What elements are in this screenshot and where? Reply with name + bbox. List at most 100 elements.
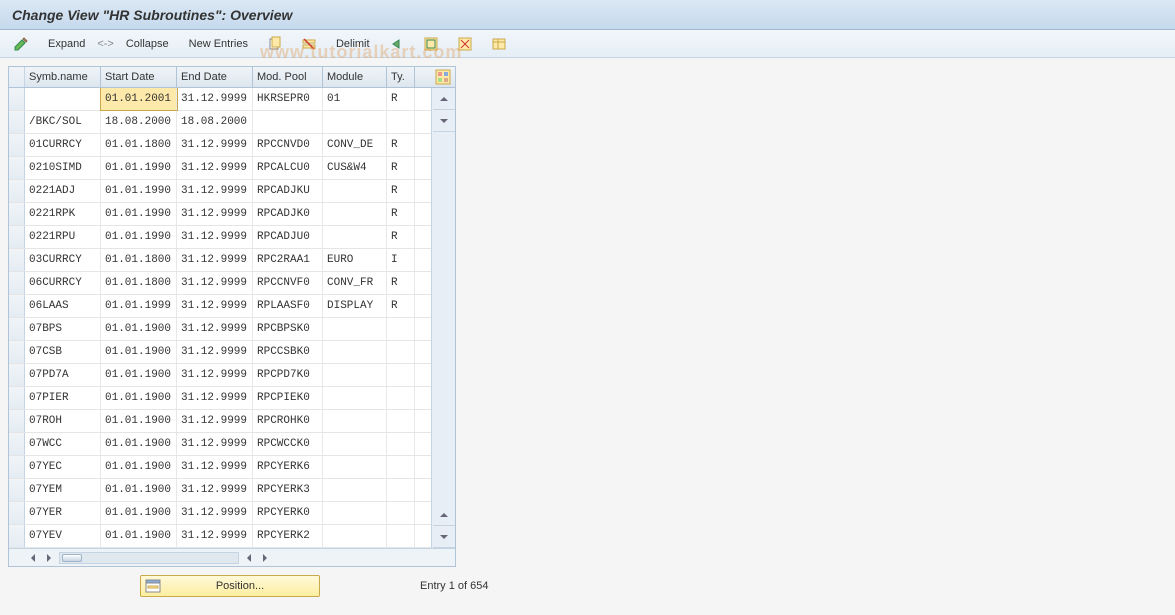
table-row[interactable]: 07ROH01.01.190031.12.9999RPCROHK0 bbox=[9, 410, 455, 433]
cell-symb[interactable]: 07YEV bbox=[25, 525, 101, 547]
cell-symb[interactable]: 07CSB bbox=[25, 341, 101, 363]
col-header-start[interactable]: Start Date bbox=[101, 67, 177, 87]
cell-modpool[interactable]: RPCPIEK0 bbox=[253, 387, 323, 409]
cell-start[interactable]: 01.01.1990 bbox=[101, 226, 177, 248]
cell-end[interactable]: 31.12.9999 bbox=[177, 364, 253, 386]
row-selector[interactable] bbox=[9, 111, 25, 133]
cell-modpool[interactable]: RPCALCU0 bbox=[253, 157, 323, 179]
cell-module[interactable]: CUS&W4 bbox=[323, 157, 387, 179]
cell-end[interactable]: 31.12.9999 bbox=[177, 318, 253, 340]
cell-modpool[interactable]: RPCCNVF0 bbox=[253, 272, 323, 294]
cell-module[interactable] bbox=[323, 433, 387, 455]
col-header-symb[interactable]: Symb.name bbox=[25, 67, 101, 87]
cell-modpool[interactable]: RPCWCCK0 bbox=[253, 433, 323, 455]
cell-type[interactable]: R bbox=[387, 295, 415, 317]
row-selector[interactable] bbox=[9, 157, 25, 179]
row-selector-header[interactable] bbox=[9, 67, 25, 87]
cell-modpool[interactable] bbox=[253, 111, 323, 133]
cell-module[interactable]: EURO bbox=[323, 249, 387, 271]
row-selector[interactable] bbox=[9, 479, 25, 501]
cell-start[interactable]: 01.01.1800 bbox=[101, 249, 177, 271]
cell-modpool[interactable]: RPCYERK0 bbox=[253, 502, 323, 524]
cell-module[interactable] bbox=[323, 502, 387, 524]
print-button[interactable] bbox=[486, 34, 512, 54]
cell-symb[interactable]: 0221ADJ bbox=[25, 180, 101, 202]
cell-module[interactable] bbox=[323, 387, 387, 409]
cell-type[interactable]: I bbox=[387, 249, 415, 271]
copy-button[interactable] bbox=[262, 34, 288, 54]
scroll-left-step-button[interactable] bbox=[241, 550, 257, 566]
cell-start[interactable]: 01.01.1900 bbox=[101, 410, 177, 432]
undo-button[interactable] bbox=[384, 34, 410, 54]
col-header-end[interactable]: End Date bbox=[177, 67, 253, 87]
row-selector[interactable] bbox=[9, 88, 25, 110]
scroll-track[interactable] bbox=[432, 132, 455, 504]
row-selector[interactable] bbox=[9, 456, 25, 478]
table-row[interactable]: 01.01.200131.12.9999HKRSEPR001R bbox=[9, 88, 455, 111]
table-row[interactable]: 06CURRCY01.01.180031.12.9999RPCCNVF0CONV… bbox=[9, 272, 455, 295]
cell-end[interactable]: 31.12.9999 bbox=[177, 479, 253, 501]
cell-type[interactable] bbox=[387, 479, 415, 501]
cell-symb[interactable]: 06LAAS bbox=[25, 295, 101, 317]
cell-end[interactable]: 31.12.9999 bbox=[177, 341, 253, 363]
row-selector[interactable] bbox=[9, 433, 25, 455]
delimit-button[interactable]: Delimit bbox=[330, 36, 376, 52]
table-row[interactable]: 07PD7A01.01.190031.12.9999RPCPD7K0 bbox=[9, 364, 455, 387]
cell-type[interactable] bbox=[387, 341, 415, 363]
row-selector[interactable] bbox=[9, 203, 25, 225]
cell-start[interactable]: 01.01.1900 bbox=[101, 525, 177, 547]
cell-symb[interactable]: /BKC/SOL bbox=[25, 111, 101, 133]
cell-type[interactable]: R bbox=[387, 203, 415, 225]
cell-start[interactable]: 01.01.1990 bbox=[101, 203, 177, 225]
row-selector[interactable] bbox=[9, 249, 25, 271]
cell-module[interactable] bbox=[323, 456, 387, 478]
cell-start[interactable]: 01.01.1900 bbox=[101, 341, 177, 363]
row-selector[interactable] bbox=[9, 387, 25, 409]
row-selector[interactable] bbox=[9, 226, 25, 248]
cell-start[interactable]: 01.01.1900 bbox=[101, 502, 177, 524]
cell-module[interactable]: CONV_DE bbox=[323, 134, 387, 156]
scroll-right-step-button[interactable] bbox=[41, 550, 57, 566]
row-selector[interactable] bbox=[9, 180, 25, 202]
table-row[interactable]: 0221RPU01.01.199031.12.9999RPCADJU0R bbox=[9, 226, 455, 249]
cell-modpool[interactable]: RPCBPSK0 bbox=[253, 318, 323, 340]
cell-start[interactable]: 01.01.1999 bbox=[101, 295, 177, 317]
hscroll-thumb[interactable] bbox=[62, 554, 82, 562]
cell-end[interactable]: 31.12.9999 bbox=[177, 249, 253, 271]
cell-module[interactable] bbox=[323, 226, 387, 248]
cell-modpool[interactable]: RPCPD7K0 bbox=[253, 364, 323, 386]
cell-end[interactable]: 31.12.9999 bbox=[177, 180, 253, 202]
row-selector[interactable] bbox=[9, 295, 25, 317]
col-header-type[interactable]: Ty. bbox=[387, 67, 415, 87]
cell-start[interactable]: 01.01.1900 bbox=[101, 318, 177, 340]
cell-end[interactable]: 31.12.9999 bbox=[177, 456, 253, 478]
position-button[interactable]: Position... bbox=[140, 575, 320, 597]
table-settings-button[interactable] bbox=[435, 69, 451, 85]
cell-end[interactable]: 31.12.9999 bbox=[177, 433, 253, 455]
cell-modpool[interactable]: RPCADJU0 bbox=[253, 226, 323, 248]
cell-module[interactable] bbox=[323, 111, 387, 133]
table-row[interactable]: 0221ADJ01.01.199031.12.9999RPCADJKUR bbox=[9, 180, 455, 203]
vertical-scrollbar[interactable] bbox=[431, 88, 455, 548]
cell-symb[interactable]: 0210SIMD bbox=[25, 157, 101, 179]
cell-start[interactable]: 01.01.1900 bbox=[101, 479, 177, 501]
cell-module[interactable] bbox=[323, 341, 387, 363]
table-row[interactable]: 03CURRCY01.01.180031.12.9999RPC2RAA1EURO… bbox=[9, 249, 455, 272]
cell-type[interactable]: R bbox=[387, 88, 415, 110]
table-row[interactable]: 07YER01.01.190031.12.9999RPCYERK0 bbox=[9, 502, 455, 525]
cell-end[interactable]: 31.12.9999 bbox=[177, 134, 253, 156]
cell-end[interactable]: 31.12.9999 bbox=[177, 157, 253, 179]
table-row[interactable]: 0221RPK01.01.199031.12.9999RPCADJK0R bbox=[9, 203, 455, 226]
cell-start[interactable]: 01.01.1900 bbox=[101, 456, 177, 478]
cell-symb[interactable]: 03CURRCY bbox=[25, 249, 101, 271]
hscroll-track[interactable] bbox=[59, 552, 239, 564]
edit-icon-button[interactable] bbox=[8, 34, 34, 54]
cell-end[interactable]: 31.12.9999 bbox=[177, 410, 253, 432]
cell-start[interactable]: 01.01.1900 bbox=[101, 387, 177, 409]
cell-start[interactable]: 01.01.1990 bbox=[101, 180, 177, 202]
select-all-button[interactable] bbox=[418, 34, 444, 54]
cell-end[interactable]: 31.12.9999 bbox=[177, 272, 253, 294]
cell-module[interactable] bbox=[323, 410, 387, 432]
delete-button[interactable] bbox=[296, 34, 322, 54]
table-row[interactable]: 07WCC01.01.190031.12.9999RPCWCCK0 bbox=[9, 433, 455, 456]
